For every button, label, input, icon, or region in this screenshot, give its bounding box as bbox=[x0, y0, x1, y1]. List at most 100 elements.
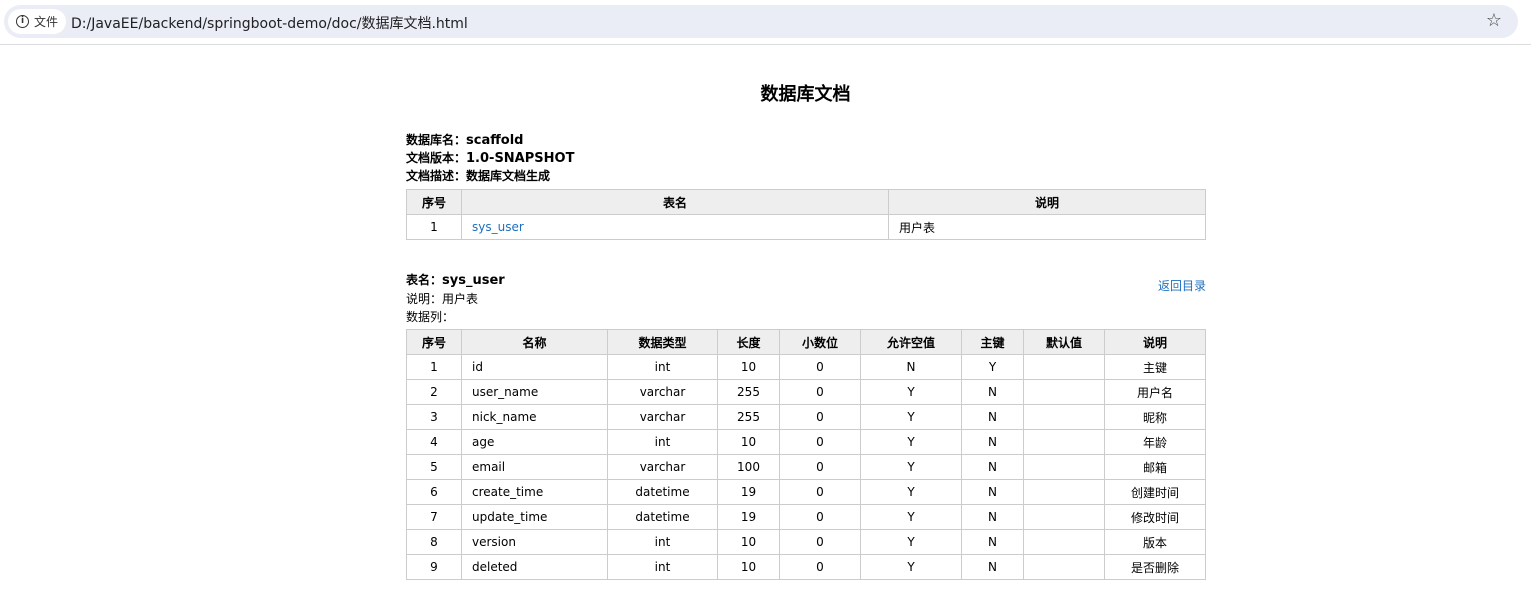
cell: Y bbox=[860, 454, 962, 480]
cell: N bbox=[961, 504, 1024, 530]
page-title: 数据库文档 bbox=[760, 84, 851, 105]
cell bbox=[1023, 404, 1105, 430]
cell: Y bbox=[860, 404, 962, 430]
table-description: 说明：用户表 bbox=[406, 292, 479, 306]
cell: create_time bbox=[461, 479, 608, 505]
cell: 2 bbox=[406, 379, 462, 405]
cell: 主键 bbox=[1104, 354, 1206, 380]
cell: age bbox=[461, 429, 608, 455]
cell: 0 bbox=[779, 454, 861, 480]
cell: 19 bbox=[717, 479, 780, 505]
cell: 0 bbox=[779, 504, 861, 530]
cell: 100 bbox=[717, 454, 780, 480]
cell: int bbox=[607, 554, 718, 580]
back-to-index-link[interactable]: 返回目录 bbox=[1158, 277, 1206, 294]
cell bbox=[1023, 454, 1105, 480]
cell: 是否删除 bbox=[1104, 554, 1206, 580]
address-bar[interactable]: i 文件 D:/JavaEE/backend/springboot-demo/d… bbox=[4, 5, 1518, 38]
cell: 9 bbox=[406, 554, 462, 580]
cell: 8 bbox=[406, 529, 462, 555]
table-row: 1 id int 10 0 N Y 主键 bbox=[406, 354, 1206, 380]
table-name: 表名：sys_user bbox=[406, 273, 505, 288]
cell: int bbox=[607, 529, 718, 555]
cell: 255 bbox=[717, 379, 780, 405]
bookmark-star-icon[interactable]: ☆ bbox=[1486, 10, 1502, 31]
cell: nick_name bbox=[461, 404, 608, 430]
cell: Y bbox=[860, 554, 962, 580]
table-row: 5 email varchar 100 0 Y N 邮箱 bbox=[406, 454, 1206, 480]
cell: 版本 bbox=[1104, 529, 1206, 555]
cell: version bbox=[461, 529, 608, 555]
cell: 0 bbox=[779, 554, 861, 580]
cell: 1 bbox=[406, 214, 462, 240]
table-row: 6 create_time datetime 19 0 Y N 创建时间 bbox=[406, 479, 1206, 505]
cell bbox=[1023, 479, 1105, 505]
cell: datetime bbox=[607, 504, 718, 530]
table-row: 2 user_name varchar 255 0 Y N 用户名 bbox=[406, 379, 1206, 405]
cell: 邮箱 bbox=[1104, 454, 1206, 480]
site-info-button[interactable]: i 文件 bbox=[8, 9, 67, 34]
cell: 修改时间 bbox=[1104, 504, 1206, 530]
columns-label: 数据列： bbox=[406, 310, 455, 324]
table-row: 4 age int 10 0 Y N 年龄 bbox=[406, 429, 1206, 455]
header-cell: 主键 bbox=[961, 329, 1024, 355]
table-index: 序号 表名 说明 1 sys_user 用户表 bbox=[406, 189, 1206, 240]
table-row: 7 update_time datetime 19 0 Y N 修改时间 bbox=[406, 504, 1206, 530]
cell: 创建时间 bbox=[1104, 479, 1206, 505]
cell: 0 bbox=[779, 429, 861, 455]
header-cell: 表名 bbox=[461, 189, 889, 215]
cell: 0 bbox=[779, 379, 861, 405]
cell: N bbox=[961, 529, 1024, 555]
db-name: 数据库名：scaffold bbox=[406, 133, 524, 148]
cell: deleted bbox=[461, 554, 608, 580]
header-cell: 名称 bbox=[461, 329, 608, 355]
security-label: 文件 bbox=[34, 15, 59, 29]
cell: 4 bbox=[406, 429, 462, 455]
header-cell: 默认值 bbox=[1023, 329, 1105, 355]
cell: 用户名 bbox=[1104, 379, 1206, 405]
cell: 19 bbox=[717, 504, 780, 530]
cell bbox=[1023, 554, 1105, 580]
doc-description: 文档描述：数据库文档生成 bbox=[406, 169, 551, 183]
cell: Y bbox=[961, 354, 1024, 380]
cell bbox=[1023, 429, 1105, 455]
cell: 10 bbox=[717, 554, 780, 580]
table-row: 8 version int 10 0 Y N 版本 bbox=[406, 529, 1206, 555]
cell: int bbox=[607, 354, 718, 380]
cell: 0 bbox=[779, 479, 861, 505]
cell: 0 bbox=[779, 354, 861, 380]
header-cell: 说明 bbox=[888, 189, 1206, 215]
header-cell: 允许空值 bbox=[860, 329, 962, 355]
cell: 10 bbox=[717, 354, 780, 380]
header-cell: 序号 bbox=[406, 189, 462, 215]
cell: 昵称 bbox=[1104, 404, 1206, 430]
browser-toolbar: i 文件 D:/JavaEE/backend/springboot-demo/d… bbox=[0, 0, 1531, 45]
table-row: 3 nick_name varchar 255 0 Y N 昵称 bbox=[406, 404, 1206, 430]
cell: user_name bbox=[461, 379, 608, 405]
cell: 0 bbox=[779, 404, 861, 430]
cell: N bbox=[961, 554, 1024, 580]
doc-version: 文档版本：1.0-SNAPSHOT bbox=[406, 151, 575, 166]
info-icon: i bbox=[16, 15, 29, 28]
cell: 255 bbox=[717, 404, 780, 430]
url-text[interactable]: D:/JavaEE/backend/springboot-demo/doc/数据… bbox=[71, 13, 468, 33]
cell: 5 bbox=[406, 454, 462, 480]
cell: Y bbox=[860, 504, 962, 530]
cell: email bbox=[461, 454, 608, 480]
cell: varchar bbox=[607, 404, 718, 430]
cell: 6 bbox=[406, 479, 462, 505]
cell: 10 bbox=[717, 529, 780, 555]
cell: 年龄 bbox=[1104, 429, 1206, 455]
cell: Y bbox=[860, 479, 962, 505]
cell bbox=[1023, 379, 1105, 405]
cell: N bbox=[961, 404, 1024, 430]
cell: datetime bbox=[607, 479, 718, 505]
cell: id bbox=[461, 354, 608, 380]
cell: N bbox=[961, 379, 1024, 405]
cell: 0 bbox=[779, 529, 861, 555]
header-cell: 说明 bbox=[1104, 329, 1206, 355]
header-cell: 数据类型 bbox=[607, 329, 718, 355]
table-link-sys-user[interactable]: sys_user bbox=[472, 220, 524, 234]
cell: 3 bbox=[406, 404, 462, 430]
cell: varchar bbox=[607, 454, 718, 480]
